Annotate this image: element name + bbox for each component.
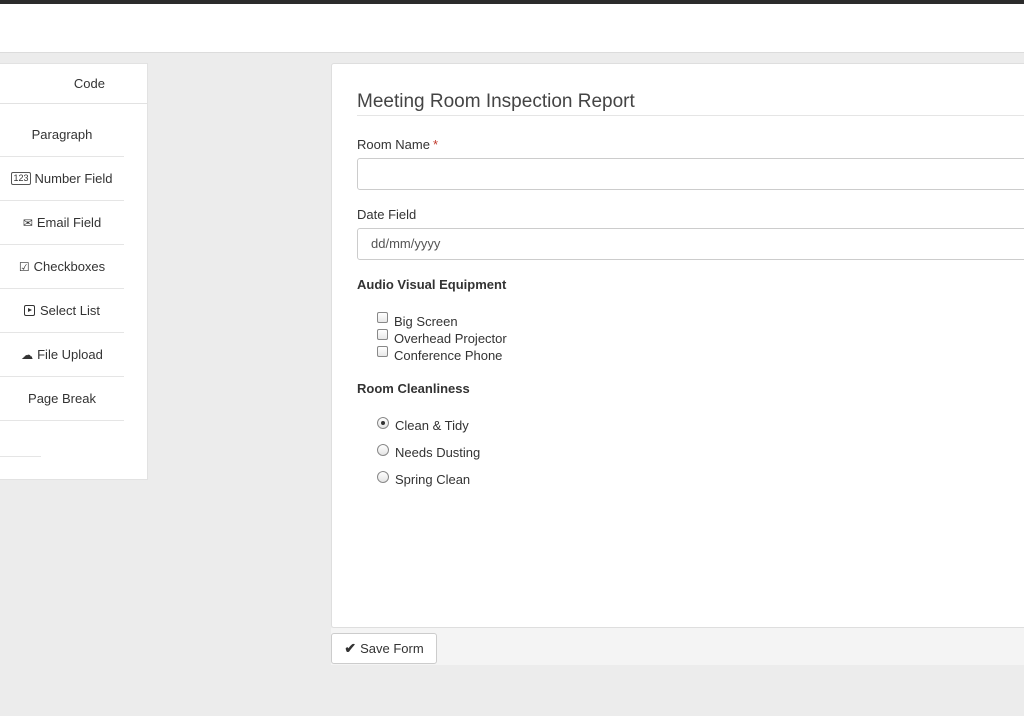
radio-option[interactable]: Clean & Tidy bbox=[377, 416, 469, 433]
check-square-icon: ☑ bbox=[18, 259, 30, 274]
palette-item-file-upload[interactable]: ☁ File Upload bbox=[0, 333, 124, 377]
checkbox[interactable] bbox=[377, 346, 388, 357]
date-field-input[interactable]: dd/mm/yyyy bbox=[357, 228, 1024, 260]
checkbox[interactable] bbox=[377, 312, 388, 323]
palette-item-label: File Upload bbox=[37, 347, 103, 362]
room-name-input[interactable] bbox=[357, 158, 1024, 190]
palette-item-label: Email Field bbox=[36, 215, 102, 230]
palette-item-label: Checkboxes bbox=[33, 259, 106, 274]
radio-label: Spring Clean bbox=[395, 472, 471, 487]
radio-option[interactable]: Needs Dusting bbox=[377, 443, 481, 460]
av-equipment-label: Audio Visual Equipment bbox=[357, 277, 507, 292]
radio-option[interactable]: Spring Clean bbox=[377, 470, 471, 487]
radio-button[interactable] bbox=[377, 470, 389, 483]
palette-item-select-list[interactable]: Select List bbox=[0, 289, 124, 333]
required-marker: * bbox=[432, 137, 439, 152]
radio-label: Needs Dusting bbox=[395, 445, 481, 460]
radio-button[interactable] bbox=[377, 443, 389, 456]
caret-square-icon bbox=[24, 305, 35, 316]
palette-item-label: Select List bbox=[40, 303, 100, 318]
checkbox-label: Big Screen bbox=[394, 314, 458, 329]
room-name-label: Room Name * bbox=[357, 137, 438, 152]
palette-item-label: Page Break bbox=[28, 391, 96, 406]
form-title: Meeting Room Inspection Report bbox=[357, 91, 635, 112]
number-icon: 123 bbox=[11, 172, 31, 185]
cloud-upload-icon: ☁ bbox=[21, 347, 34, 362]
field-palette: Code Paragraph 123 Number Field ✉ Email … bbox=[0, 63, 148, 480]
palette-item-page-break[interactable]: Page Break bbox=[0, 377, 124, 421]
palette-item-label: Number Field bbox=[34, 171, 113, 186]
palette-item-label: Paragraph bbox=[31, 127, 93, 142]
checkbox-option[interactable]: Big Screen bbox=[377, 312, 458, 329]
tab-code-label: Code bbox=[73, 76, 105, 91]
form-canvas: Meeting Room Inspection Report Room Name… bbox=[331, 63, 1024, 628]
palette-divider bbox=[0, 456, 41, 457]
save-form-button[interactable]: ✔ Save Form bbox=[331, 633, 437, 664]
palette-item-paragraph[interactable]: Paragraph bbox=[0, 113, 124, 157]
room-cleanliness-label: Room Cleanliness bbox=[357, 381, 470, 396]
checkbox-option[interactable]: Overhead Projector bbox=[377, 329, 507, 346]
envelope-icon: ✉ bbox=[22, 215, 33, 230]
top-navbar bbox=[0, 4, 1024, 53]
room-name-label-text: Room Name bbox=[357, 137, 430, 152]
radio-button[interactable] bbox=[377, 416, 389, 429]
checkbox[interactable] bbox=[377, 329, 388, 340]
checkbox-label: Overhead Projector bbox=[394, 331, 507, 346]
palette-item-email-field[interactable]: ✉ Email Field bbox=[0, 201, 124, 245]
radio-label: Clean & Tidy bbox=[395, 418, 469, 433]
palette-item-number-field[interactable]: 123 Number Field bbox=[0, 157, 124, 201]
checkbox-label: Conference Phone bbox=[394, 348, 503, 363]
title-divider bbox=[357, 115, 1024, 116]
check-icon: ✔ bbox=[344, 640, 357, 656]
date-field-label: Date Field bbox=[357, 207, 417, 222]
palette-item-checkboxes[interactable]: ☑ Checkboxes bbox=[0, 245, 124, 289]
checkbox-option[interactable]: Conference Phone bbox=[377, 346, 503, 363]
tab-code[interactable]: Code bbox=[0, 64, 147, 104]
save-form-label: Save Form bbox=[360, 641, 424, 656]
